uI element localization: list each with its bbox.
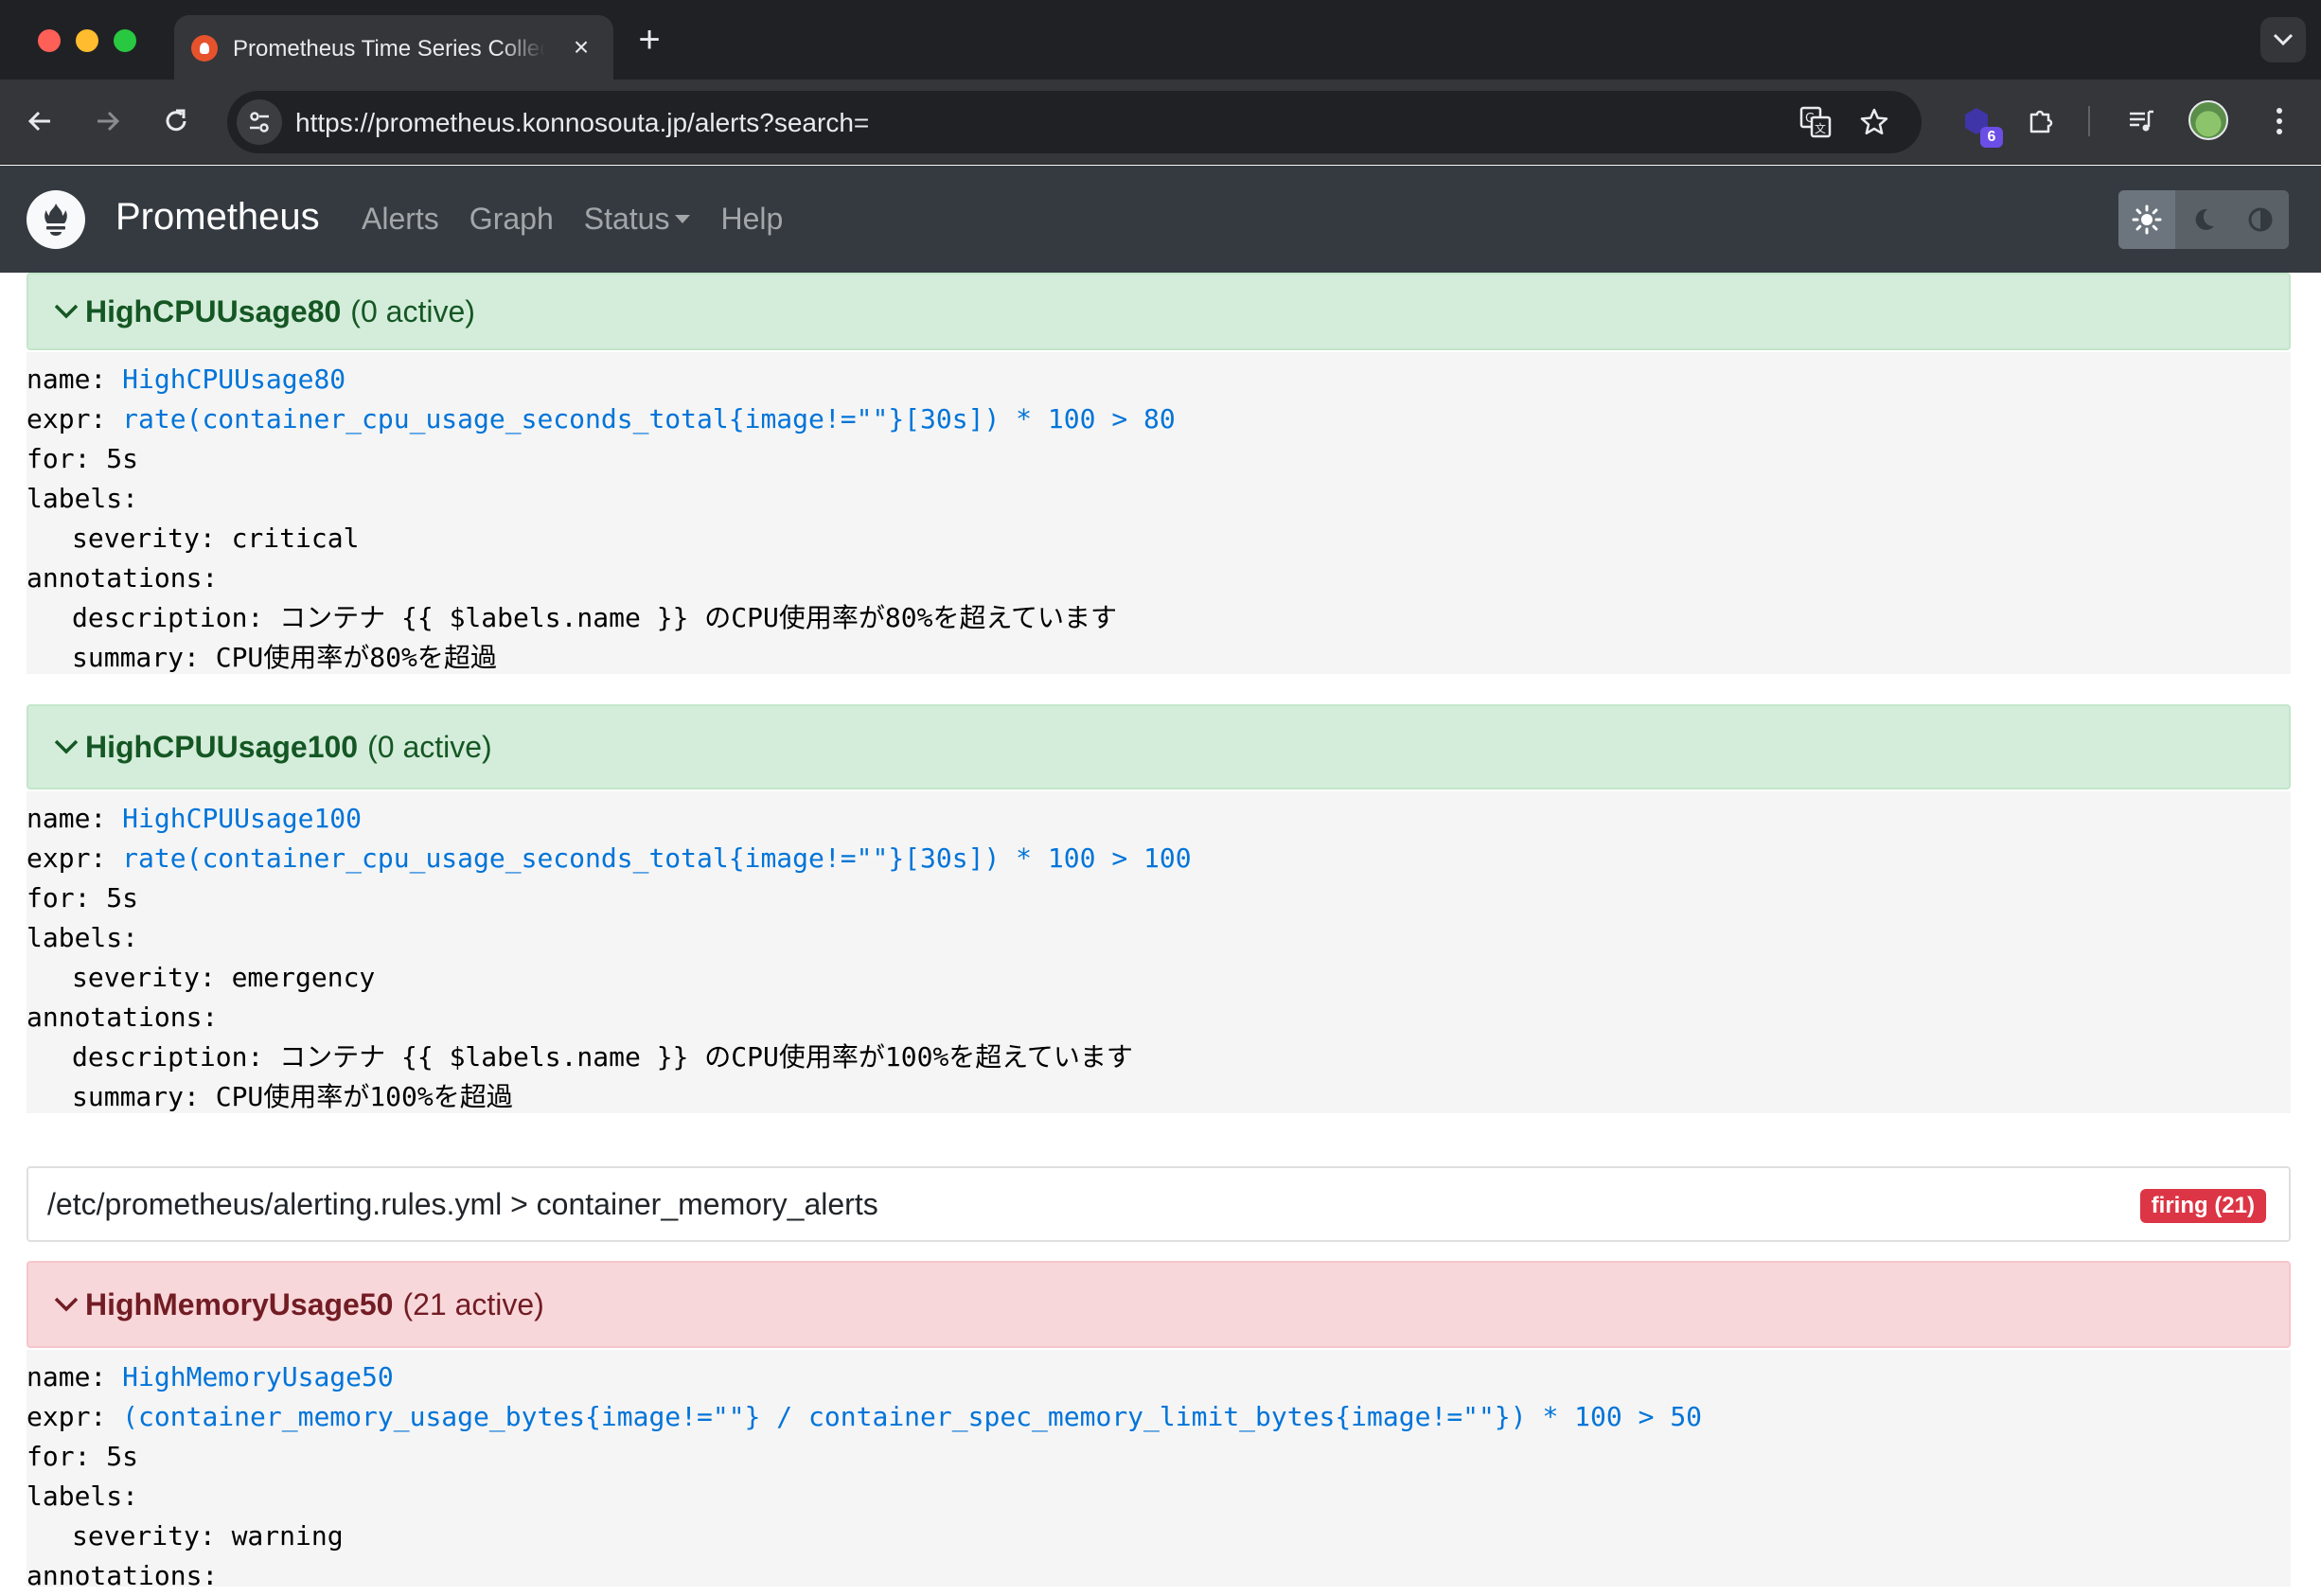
browser-tab-bar: Prometheus Time Series Collection and Pr… bbox=[0, 0, 2321, 80]
browser-toolbar: https://prometheus.konnosouta.jp/alerts?… bbox=[0, 80, 2321, 165]
alert-active-count: (0 active) bbox=[350, 293, 475, 328]
more-vert-icon bbox=[2277, 108, 2282, 134]
alert-active-count: (0 active) bbox=[367, 729, 492, 764]
tab-title: Prometheus Time Series Collection and Pr… bbox=[233, 36, 545, 62]
yaml-line-summary: summary: CPU使用率が100%を超過 bbox=[72, 1081, 513, 1112]
yaml-line-labels: labels: bbox=[27, 1481, 139, 1512]
extension-button[interactable]: 6 bbox=[1956, 100, 2003, 148]
alert-rule-definition: name: HighMemoryUsage50 expr: (container… bbox=[27, 1350, 2291, 1591]
alert-rule-name: HighMemoryUsage50 bbox=[85, 1286, 394, 1321]
yaml-line-annotations: annotations: bbox=[27, 562, 219, 594]
browser-menu-button[interactable] bbox=[2259, 100, 2300, 142]
yaml-line-for: for: 5s bbox=[27, 1441, 139, 1472]
window-minimize-button[interactable] bbox=[76, 29, 98, 52]
alert-rule-definition: name: HighCPUUsage100 expr: rate(contain… bbox=[27, 791, 2291, 1113]
site-info-button[interactable] bbox=[237, 99, 282, 145]
yaml-line-expr: expr: rate(container_cpu_usage_seconds_t… bbox=[27, 842, 1192, 874]
extension-badge: 6 bbox=[1980, 127, 2003, 148]
prometheus-logo-icon[interactable] bbox=[27, 190, 85, 249]
theme-auto-button[interactable] bbox=[2232, 190, 2289, 249]
yaml-line-summary: summary: CPU使用率が80%を超過 bbox=[72, 642, 497, 673]
theme-toggle-group bbox=[2118, 190, 2289, 249]
yaml-line-description: description: コンテナ {{ $labels.name }} のCP… bbox=[72, 1041, 1133, 1073]
rule-name-link[interactable]: HighCPUUsage80 bbox=[122, 364, 345, 395]
prometheus-favicon-icon bbox=[191, 35, 218, 62]
chevron-down-icon bbox=[53, 1291, 80, 1318]
sun-icon bbox=[2132, 204, 2162, 235]
arrow-right-icon bbox=[97, 111, 120, 132]
chevron-down-icon bbox=[53, 298, 80, 325]
firing-badge: firing (21) bbox=[2139, 1189, 2266, 1223]
rule-group-header: /etc/prometheus/alerting.rules.yml > con… bbox=[27, 1166, 2291, 1242]
chevron-down-icon bbox=[53, 734, 80, 760]
queue-music-icon bbox=[2130, 110, 2153, 132]
yaml-line-for: for: 5s bbox=[27, 882, 139, 913]
rule-group-title: /etc/prometheus/alerting.rules.yml > con… bbox=[47, 1187, 878, 1221]
browser-tab[interactable]: Prometheus Time Series Collection and Pr… bbox=[174, 15, 613, 80]
yaml-line-description: description: コンテナ {{ $labels.name }} のCP… bbox=[72, 602, 1118, 633]
yaml-line-expr: expr: (container_memory_usage_bytes{imag… bbox=[27, 1401, 1703, 1432]
reload-icon bbox=[166, 109, 186, 132]
yaml-line-severity: severity: warning bbox=[72, 1520, 344, 1552]
yaml-line-labels: labels: bbox=[27, 483, 139, 514]
rule-expr-link[interactable]: (container_memory_usage_bytes{image!=""}… bbox=[122, 1401, 1702, 1432]
yaml-line-severity: severity: emergency bbox=[72, 962, 376, 993]
address-bar[interactable]: https://prometheus.konnosouta.jp/alerts?… bbox=[227, 91, 1922, 153]
nav-help[interactable]: Help bbox=[720, 202, 783, 237]
forward-button[interactable] bbox=[87, 100, 129, 142]
rule-expr-link[interactable]: rate(container_cpu_usage_seconds_total{i… bbox=[122, 403, 1176, 434]
window-zoom-button[interactable] bbox=[114, 29, 136, 52]
nav-status-label: Status bbox=[583, 202, 670, 236]
caret-down-icon bbox=[675, 215, 691, 224]
alert-rule-definition: name: HighCPUUsage80 expr: rate(containe… bbox=[27, 352, 2291, 674]
alert-rule-header[interactable]: HighCPUUsage80 (0 active) bbox=[27, 273, 2291, 350]
rule-name-link[interactable]: HighCPUUsage100 bbox=[122, 803, 362, 834]
theme-light-button[interactable] bbox=[2118, 190, 2175, 249]
arrow-left-icon bbox=[27, 111, 50, 132]
tab-search-button[interactable] bbox=[2260, 17, 2306, 62]
alert-rule-name: HighCPUUsage100 bbox=[85, 729, 359, 764]
nav-graph[interactable]: Graph bbox=[470, 202, 554, 237]
rule-name-link[interactable]: HighMemoryUsage50 bbox=[122, 1361, 394, 1392]
yaml-line-name: name: HighCPUUsage100 bbox=[27, 803, 363, 834]
nav-status-dropdown[interactable]: Status bbox=[584, 202, 691, 237]
tab-close-icon[interactable]: × bbox=[566, 32, 596, 62]
toolbar-divider bbox=[2088, 106, 2090, 136]
back-button[interactable] bbox=[19, 100, 61, 142]
chevron-down-icon bbox=[2273, 33, 2294, 46]
extensions-puzzle-button[interactable] bbox=[2020, 100, 2062, 142]
contrast-icon bbox=[2248, 207, 2273, 232]
moon-icon bbox=[2195, 208, 2214, 230]
alert-rule-header[interactable]: HighCPUUsage100 (0 active) bbox=[27, 704, 2291, 789]
yaml-line-for: for: 5s bbox=[27, 443, 139, 474]
media-controls-button[interactable] bbox=[2120, 100, 2162, 142]
yaml-line-annotations: annotations: bbox=[27, 1560, 219, 1591]
alert-active-count: (21 active) bbox=[402, 1286, 544, 1321]
brand-title[interactable]: Prometheus bbox=[115, 196, 320, 239]
yaml-line-labels: labels: bbox=[27, 922, 139, 953]
theme-dark-button[interactable] bbox=[2175, 190, 2232, 249]
reload-button[interactable] bbox=[155, 100, 197, 142]
svg-text:文: 文 bbox=[1815, 121, 1826, 135]
new-tab-button[interactable]: + bbox=[632, 21, 666, 59]
bookmark-star-icon[interactable] bbox=[1855, 103, 1893, 141]
window-close-button[interactable] bbox=[38, 29, 61, 52]
yaml-line-name: name: HighCPUUsage80 bbox=[27, 364, 346, 395]
url-text: https://prometheus.konnosouta.jp/alerts?… bbox=[295, 108, 870, 137]
yaml-line-name: name: HighMemoryUsage50 bbox=[27, 1361, 394, 1392]
profile-avatar[interactable] bbox=[2188, 100, 2228, 140]
main-nav: Alerts Graph Status Help bbox=[362, 202, 813, 237]
rule-expr-link[interactable]: rate(container_cpu_usage_seconds_total{i… bbox=[122, 842, 1191, 874]
tune-icon bbox=[250, 112, 269, 133]
puzzle-icon bbox=[2029, 110, 2053, 133]
yaml-line-annotations: annotations: bbox=[27, 1002, 219, 1033]
alert-rule-header[interactable]: HighMemoryUsage50 (21 active) bbox=[27, 1261, 2291, 1348]
alert-rule-name: HighCPUUsage80 bbox=[85, 293, 342, 328]
nav-alerts[interactable]: Alerts bbox=[362, 202, 439, 237]
prometheus-navbar: Prometheus Alerts Graph Status Help bbox=[0, 166, 2321, 273]
yaml-line-expr: expr: rate(container_cpu_usage_seconds_t… bbox=[27, 403, 1176, 434]
yaml-line-severity: severity: critical bbox=[72, 523, 360, 554]
translate-icon[interactable]: G文 bbox=[1797, 103, 1834, 141]
